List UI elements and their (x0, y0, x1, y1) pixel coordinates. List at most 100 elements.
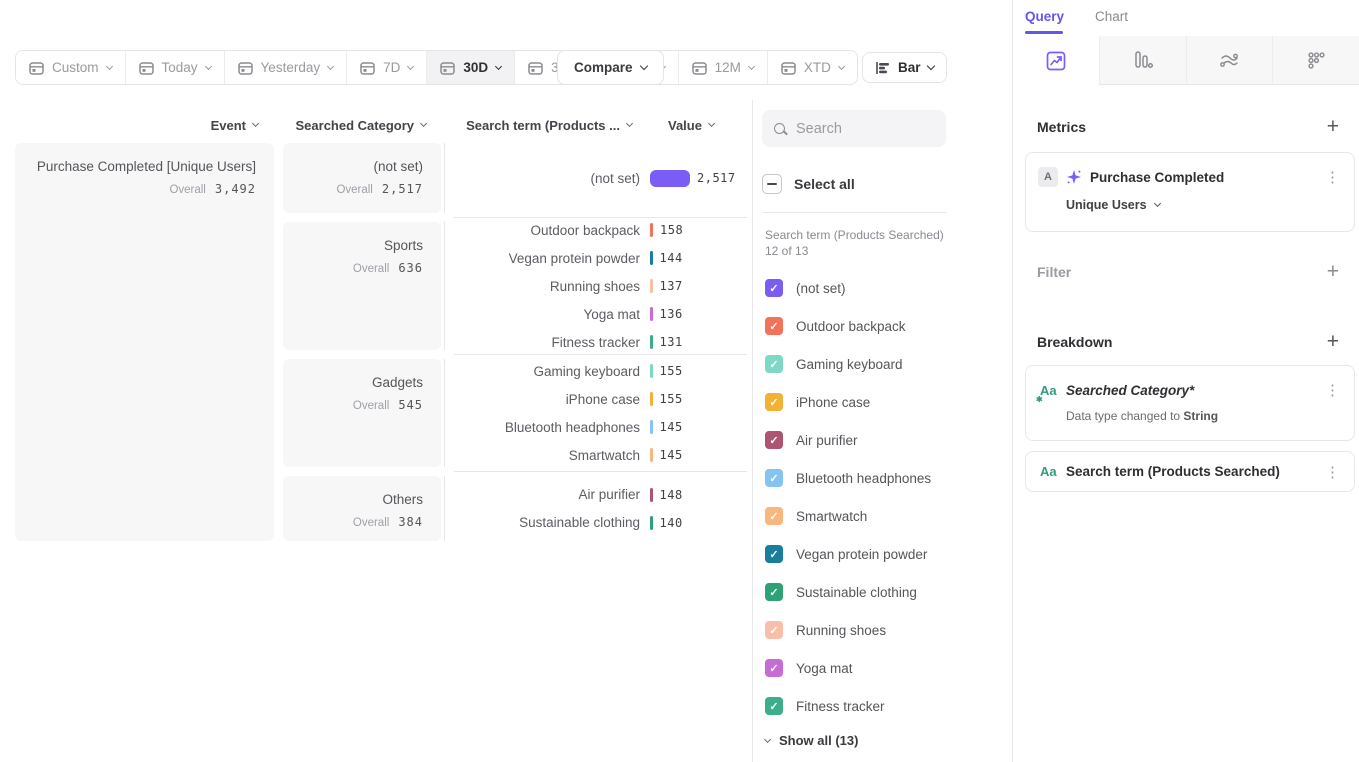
checkbox[interactable]: ✓ (765, 317, 783, 335)
value-bar (650, 223, 653, 237)
term-row[interactable]: Outdoor backpack 158 (450, 216, 747, 244)
term-filter-item[interactable]: ✓ Air purifier (765, 421, 931, 459)
term-filter-item[interactable]: ✓ Running shoes (765, 611, 931, 649)
term-filter-item[interactable]: ✓ (not set) (765, 269, 931, 307)
term-row-group: Outdoor backpack 158 Vegan protein powde… (450, 222, 747, 350)
category-card[interactable]: Others Overall384 (283, 476, 441, 541)
term-filter-item[interactable]: ✓ Gaming keyboard (765, 345, 931, 383)
tab-flows[interactable] (1186, 36, 1273, 85)
date-range-label: 12M (715, 60, 741, 75)
checkbox[interactable]: ✓ (765, 279, 783, 297)
date-range-button[interactable]: 30D (427, 51, 515, 84)
term-row[interactable]: (not set) 2,517 (450, 164, 747, 192)
date-range-button[interactable]: 7D (347, 51, 427, 84)
breakdown-card[interactable]: Aa✱ Searched Category* ⋮ Data type chang… (1025, 365, 1355, 441)
metric-card[interactable]: A Purchase Completed ⋮ Unique Users (1025, 152, 1355, 232)
term-filter-item[interactable]: ✓ Smartwatch (765, 497, 931, 535)
kebab-menu-icon[interactable]: ⋮ (1325, 381, 1340, 399)
filter-list-label: Search term (Products Searched) 12 of 13 (765, 227, 953, 259)
term-row[interactable]: Bluetooth headphones 145 (450, 413, 747, 441)
term-label: Air purifier (450, 487, 640, 502)
term-row[interactable]: Yoga mat 136 (450, 300, 747, 328)
category-overall-value: 2,517 (382, 182, 423, 196)
event-card[interactable]: Purchase Completed [Unique Users] Overal… (15, 143, 274, 541)
term-filter-item[interactable]: ✓ iPhone case (765, 383, 931, 421)
tab-retention[interactable] (1272, 36, 1359, 85)
term-filter-item[interactable]: ✓ Bluetooth headphones (765, 459, 931, 497)
term-label: (not set) (450, 171, 640, 186)
term-value: 155 (660, 364, 683, 378)
date-range-button[interactable]: Custom (16, 51, 126, 84)
category-title: Gadgets (293, 375, 423, 390)
term-row[interactable]: iPhone case 155 (450, 385, 747, 413)
add-breakdown-button[interactable]: + (1327, 334, 1339, 350)
breakdown-card[interactable]: Aa Search term (Products Searched) ⋮ (1025, 451, 1355, 492)
category-card[interactable]: (not set) Overall2,517 (283, 143, 441, 213)
term-filter-item[interactable]: ✓ Outdoor backpack (765, 307, 931, 345)
chevron-down-icon (407, 62, 414, 69)
tab-query[interactable]: Query (1025, 9, 1064, 24)
checkbox[interactable]: ✓ (765, 697, 783, 715)
chevron-down-icon (420, 120, 427, 127)
date-range-button[interactable]: Yesterday (225, 51, 348, 84)
date-range-button[interactable]: 12M (679, 51, 768, 84)
kebab-menu-icon[interactable]: ⋮ (1325, 168, 1340, 186)
search-input[interactable] (794, 120, 934, 138)
date-range-button[interactable]: XTD (768, 51, 857, 84)
checkbox[interactable]: ✓ (765, 583, 783, 601)
breakdown-note: Data type changed to String (1066, 409, 1354, 423)
checkbox-label: Air purifier (796, 433, 858, 448)
term-filter-item[interactable]: ✓ Fitness tracker (765, 687, 931, 725)
column-header-searched-category[interactable]: Searched Category (283, 112, 426, 138)
checkbox[interactable]: ✓ (765, 469, 783, 487)
term-row[interactable]: Gaming keyboard 155 (450, 357, 747, 385)
checkbox[interactable]: ✓ (765, 355, 783, 373)
term-value: 145 (660, 448, 683, 462)
checkbox-label: Sustainable clothing (796, 585, 917, 600)
checkbox[interactable]: ✓ (765, 393, 783, 411)
select-all-checkbox[interactable] (762, 174, 782, 194)
compare-button[interactable]: Compare (557, 50, 664, 85)
tab-funnels[interactable] (1099, 36, 1186, 85)
term-row[interactable]: Sustainable clothing 140 (450, 509, 747, 537)
term-filter-item[interactable]: ✓ Yoga mat (765, 649, 931, 687)
term-row[interactable]: Fitness tracker 131 (450, 328, 747, 356)
tab-chart[interactable]: Chart (1095, 9, 1128, 24)
checkbox[interactable]: ✓ (765, 545, 783, 563)
tab-insights[interactable] (1013, 36, 1099, 85)
term-value: 140 (660, 516, 683, 530)
add-filter-button[interactable]: + (1327, 264, 1339, 280)
category-card[interactable]: Sports Overall636 (283, 222, 441, 350)
date-range-label: 7D (383, 60, 400, 75)
term-row[interactable]: Vegan protein powder 144 (450, 244, 747, 272)
select-all[interactable]: Select all (762, 174, 855, 194)
checkbox[interactable]: ✓ (765, 621, 783, 639)
category-title: Others (293, 492, 423, 507)
column-header-value[interactable]: Value (668, 112, 714, 138)
term-row[interactable]: Smartwatch 145 (450, 441, 747, 469)
term-label: Bluetooth headphones (450, 420, 640, 435)
checkbox[interactable]: ✓ (765, 507, 783, 525)
chart-type-select[interactable]: Bar (862, 52, 947, 83)
checkbox-label: Fitness tracker (796, 699, 885, 714)
show-all-button[interactable]: Show all (13) (765, 733, 858, 748)
column-header-search-term[interactable]: Search term (Products ... (450, 112, 632, 138)
metric-aggregation[interactable]: Unique Users (1066, 198, 1354, 212)
bars-icon (1132, 49, 1154, 71)
kebab-menu-icon[interactable]: ⋮ (1325, 463, 1340, 481)
checkbox[interactable]: ✓ (765, 431, 783, 449)
add-metric-button[interactable]: + (1327, 119, 1339, 135)
term-filter-item[interactable]: ✓ Vegan protein powder (765, 535, 931, 573)
column-header-event[interactable]: Event (15, 112, 258, 138)
term-row[interactable]: Air purifier 148 (450, 481, 747, 509)
date-range-button[interactable]: Today (126, 51, 225, 84)
term-filter-item[interactable]: ✓ Sustainable clothing (765, 573, 931, 611)
term-row[interactable]: Running shoes 137 (450, 272, 747, 300)
category-title: Sports (293, 238, 423, 253)
calendar-icon (528, 61, 543, 75)
calendar-icon (692, 61, 707, 75)
category-card[interactable]: Gadgets Overall545 (283, 359, 441, 467)
checkbox[interactable]: ✓ (765, 659, 783, 677)
chevron-down-icon (708, 120, 715, 127)
term-value: 148 (660, 488, 683, 502)
